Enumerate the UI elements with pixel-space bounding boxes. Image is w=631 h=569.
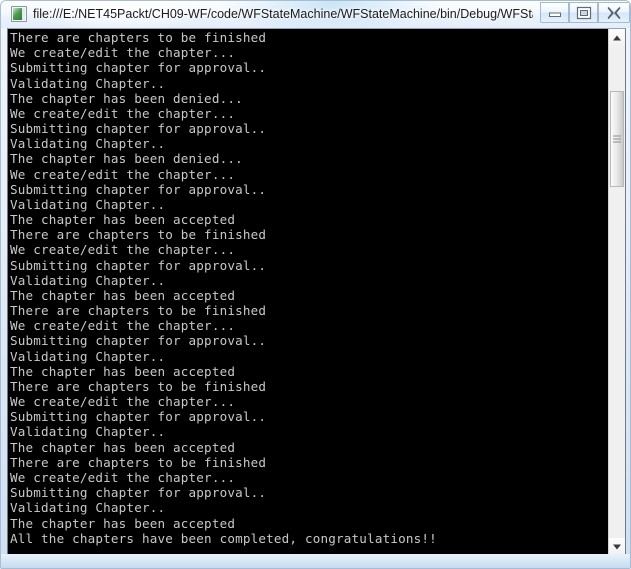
vertical-scrollbar[interactable] xyxy=(608,29,625,555)
console-line: Validating Chapter.. xyxy=(10,500,166,516)
console-line: Validating Chapter.. xyxy=(10,196,166,212)
console-line: Submitting chapter for approval.. xyxy=(10,121,267,137)
console-app-icon-glyph xyxy=(13,8,25,20)
scroll-down-arrow-icon xyxy=(613,544,621,549)
console-line: The chapter has been accepted xyxy=(10,439,236,455)
console-line: We create/edit the chapter... xyxy=(10,105,236,121)
minimize-icon xyxy=(548,12,561,17)
scroll-down-button[interactable] xyxy=(609,538,625,555)
console-line: Validating Chapter.. xyxy=(10,424,166,440)
console-app-icon xyxy=(11,6,27,22)
scroll-up-button[interactable] xyxy=(609,29,625,46)
scrollbar-track[interactable] xyxy=(609,46,625,538)
close-icon xyxy=(607,6,621,19)
console-line: The chapter has been accepted xyxy=(10,363,236,379)
console-line: We create/edit the chapter... xyxy=(10,242,236,258)
console-line: The chapter has been accepted xyxy=(10,287,236,303)
console-line: The chapter has been accepted xyxy=(10,212,236,228)
console-line: There are chapters to be finished xyxy=(10,30,267,45)
console-output-text: There are chapters to be finished We crea… xyxy=(10,30,608,546)
console-line: There are chapters to be finished xyxy=(10,227,267,243)
console-line: There are chapters to be finished xyxy=(10,454,267,470)
console-line: There are chapters to be finished xyxy=(10,378,267,394)
console-line: The chapter has been denied... xyxy=(10,151,243,167)
maximize-button[interactable] xyxy=(569,2,598,23)
console-line: Validating Chapter.. xyxy=(10,272,166,288)
window-title: file:///E:/NET45Packt/CH09-WF/code/WFSta… xyxy=(33,7,533,21)
scroll-up-arrow-icon xyxy=(613,35,621,40)
title-bar[interactable]: file:///E:/NET45Packt/CH09-WF/code/WFSta… xyxy=(1,1,630,28)
console-client-area: There are chapters to be finished We crea… xyxy=(7,28,626,556)
console-line: Validating Chapter.. xyxy=(10,75,166,91)
console-line: Submitting chapter for approval.. xyxy=(10,333,267,349)
console-line: Validating Chapter.. xyxy=(10,348,166,364)
scrollbar-thumb-grip xyxy=(613,135,621,143)
console-line: Submitting chapter for approval.. xyxy=(10,409,267,425)
console-line: All the chapters have been completed, co… xyxy=(10,530,437,546)
console-line: We create/edit the chapter... xyxy=(10,394,236,410)
window-bottom-frame xyxy=(1,554,630,568)
scrollbar-thumb[interactable] xyxy=(610,91,624,187)
console-line: Validating Chapter.. xyxy=(10,136,166,152)
console-line: We create/edit the chapter... xyxy=(10,45,236,61)
minimize-button[interactable] xyxy=(540,2,569,23)
console-line: Submitting chapter for approval.. xyxy=(10,181,267,197)
console-line: We create/edit the chapter... xyxy=(10,318,236,334)
maximize-icon xyxy=(576,6,591,19)
console-line: Submitting chapter for approval.. xyxy=(10,257,267,273)
console-line: We create/edit the chapter... xyxy=(10,469,236,485)
console-line: The chapter has been denied... xyxy=(10,90,243,106)
console-line: There are chapters to be finished xyxy=(10,303,267,319)
console-window: file:///E:/NET45Packt/CH09-WF/code/WFSta… xyxy=(0,0,631,569)
console-output-pane[interactable]: There are chapters to be finished We crea… xyxy=(8,29,608,555)
console-line: The chapter has been accepted xyxy=(10,515,236,531)
console-line: Submitting chapter for approval.. xyxy=(10,60,267,76)
close-button[interactable] xyxy=(598,2,630,23)
console-line: Submitting chapter for approval.. xyxy=(10,485,267,501)
console-line: We create/edit the chapter... xyxy=(10,166,236,182)
